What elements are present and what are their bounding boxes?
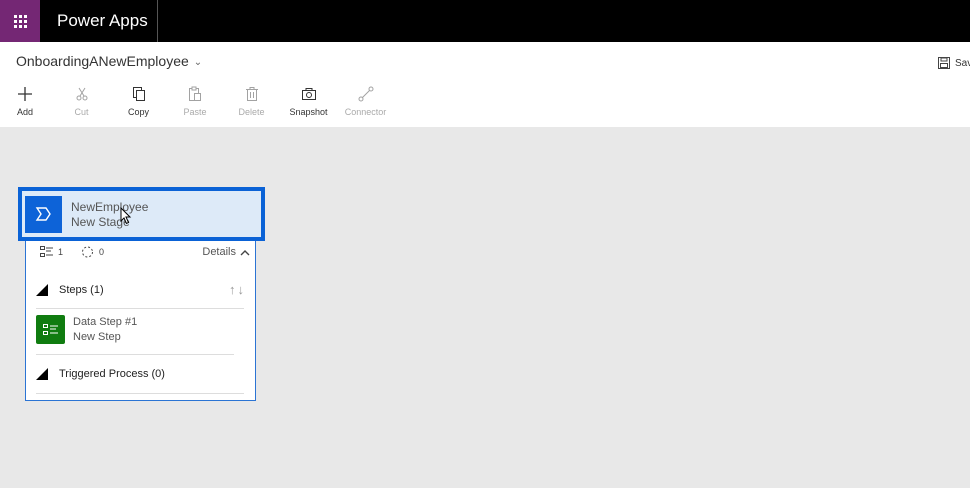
steps-list-icon [40, 246, 53, 257]
copy-label: Copy [127, 107, 149, 117]
copy-icon [132, 87, 145, 101]
stage-subtitle: New Stage [71, 214, 130, 229]
process-name-dropdown[interactable]: OnboardingANewEmployee ⌄ [16, 53, 202, 69]
collapse-triangle-icon [36, 283, 48, 296]
add-label: Add [16, 107, 33, 117]
save-label: Sav [955, 57, 970, 69]
waffle-icon [13, 14, 27, 28]
paste-icon [189, 86, 201, 101]
delete-button[interactable]: Delete [226, 86, 277, 124]
mouse-cursor-icon [120, 207, 132, 225]
divider [36, 308, 244, 309]
stage-title: NewEmployee [71, 199, 149, 214]
collapse-triangle-icon [36, 368, 48, 380]
data-step-icon [36, 315, 65, 344]
steps-count-value: 1 [58, 247, 64, 257]
stage-chevron-icon [25, 195, 62, 233]
triggered-process-label: Triggered Process (0) [59, 368, 165, 380]
connector-label: Connector [344, 107, 387, 117]
add-button[interactable]: Add [0, 86, 50, 124]
paste-button[interactable]: Paste [164, 86, 226, 124]
delete-label: Delete [238, 107, 265, 117]
snapshot-button[interactable]: Snapshot [277, 86, 340, 124]
details-label: Details [202, 246, 236, 258]
steps-section-header[interactable]: Steps (1) ↑↓ [36, 282, 246, 297]
save-button[interactable]: Sav [938, 57, 970, 69]
divider [36, 354, 234, 355]
save-icon [938, 57, 950, 69]
toolbar: Add Cut Copy Paste Delete Snapshot Conne… [0, 86, 391, 124]
camera-icon [301, 88, 316, 100]
app-launcher-button[interactable] [0, 0, 40, 42]
command-area: OnboardingANewEmployee ⌄ Sav Add Cut Cop… [0, 42, 970, 127]
copy-button[interactable]: Copy [113, 86, 164, 124]
data-step-item[interactable]: Data Step #1 New Step [36, 315, 137, 344]
stage-meta-row: 1 0 Details [40, 246, 250, 258]
processes-count-value: 0 [99, 247, 105, 257]
step-subtitle: New Step [73, 331, 121, 343]
cut-button[interactable]: Cut [50, 86, 113, 124]
app-title[interactable]: Power Apps [40, 0, 158, 42]
step-title: Data Step #1 [73, 316, 138, 328]
process-name: OnboardingANewEmployee [16, 53, 189, 69]
processes-count: 0 [81, 246, 104, 258]
trash-icon [245, 87, 258, 101]
plus-icon [18, 87, 32, 101]
process-circle-icon [82, 246, 94, 258]
connector-icon [358, 86, 373, 102]
steps-count: 1 [40, 246, 63, 258]
divider [36, 393, 244, 394]
cut-label: Cut [74, 107, 89, 117]
reorder-arrows-icon[interactable]: ↑↓ [229, 282, 246, 297]
snapshot-label: Snapshot [289, 107, 328, 117]
chevron-down-icon: ⌄ [193, 56, 203, 68]
chevron-up-icon [240, 249, 250, 255]
paste-label: Paste [183, 107, 207, 117]
triggered-process-section-header[interactable]: Triggered Process (0) [36, 368, 246, 380]
steps-section-label: Steps (1) [59, 283, 104, 296]
details-toggle[interactable]: Details [202, 246, 250, 258]
connector-button[interactable]: Connector [340, 86, 391, 124]
scissors-icon [76, 87, 87, 101]
designer-canvas[interactable]: 1 0 Details Steps (1) ↑↓ Data Step #1 Ne… [0, 127, 970, 488]
top-bar: Power Apps [0, 0, 970, 42]
stage-header-selected[interactable]: NewEmployee New Stage [18, 187, 265, 241]
